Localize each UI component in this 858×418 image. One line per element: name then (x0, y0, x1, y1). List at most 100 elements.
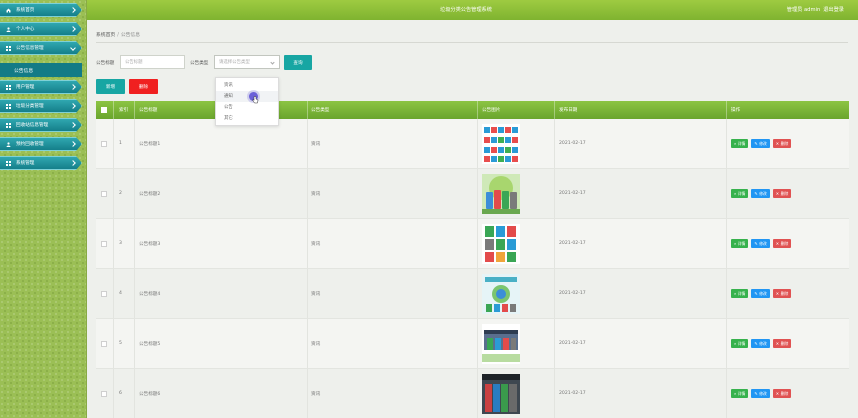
dropdown-option[interactable]: 其它 (216, 113, 278, 124)
edit-icon: ✎ (754, 291, 758, 296)
app-title: 垃圾分类公告管理系统 (440, 7, 492, 13)
row-checkbox[interactable] (101, 391, 107, 397)
logout-link[interactable]: 退出登录 (823, 7, 844, 13)
row-checkbox[interactable] (101, 141, 107, 147)
sidebar-item-garbage[interactable]: 垃圾分类管理 (0, 99, 82, 113)
delete-button[interactable]: ✕ 删除 (772, 289, 792, 298)
detail-button[interactable]: ⌕ 详情 (731, 289, 749, 298)
edit-icon: ✎ (754, 391, 758, 396)
select-all-checkbox[interactable] (101, 107, 107, 113)
edit-button[interactable]: ✎ 修改 (751, 289, 770, 298)
query-button[interactable]: 查询 (284, 55, 312, 70)
sidebar-item-system[interactable]: 系统管理 (0, 156, 82, 170)
sidebar-item-home[interactable]: 系统首页 (0, 3, 82, 17)
search-icon: ⌕ (734, 191, 737, 196)
delete-button[interactable]: ✕ 删除 (772, 189, 792, 198)
delete-button[interactable]: ✕ 删除 (772, 139, 792, 148)
sidebar-item-label: 垃圾分类管理 (16, 104, 44, 109)
sidebar-subitem-notice[interactable]: 公告信息 (0, 63, 82, 77)
edit-button[interactable]: ✎ 修改 (751, 389, 770, 398)
row-actions: ⌕ 详情 ✎ 修改 ✕ 删除 (731, 139, 794, 148)
notice-thumbnail[interactable] (482, 174, 520, 214)
detail-button[interactable]: ⌕ 详情 (731, 189, 749, 198)
trash-icon: ✕ (775, 291, 780, 296)
chevron-right-icon (70, 122, 76, 128)
home-icon (6, 8, 11, 13)
grid-icon (6, 103, 11, 109)
row-type: 资讯 (311, 342, 321, 347)
chevron-right-icon (70, 103, 76, 109)
detail-button[interactable]: ⌕ 详情 (731, 339, 749, 348)
row-date: 2021-02-17 (559, 241, 586, 246)
row-checkbox[interactable] (101, 341, 107, 347)
column-divider (113, 101, 114, 119)
sidebar-item-users[interactable]: 用户管理 (0, 80, 82, 94)
title-search-label: 公告标题 (96, 61, 115, 66)
add-button[interactable]: 新增 (96, 79, 125, 94)
row-actions: ⌕ 详情 ✎ 修改 ✕ 删除 (731, 189, 794, 198)
header-index: 索引 (119, 108, 129, 113)
sidebar-item-booking[interactable]: 预约回收管理 (0, 137, 82, 151)
row-date: 2021-02-17 (559, 391, 586, 396)
search-icon: ⌕ (734, 141, 737, 146)
delete-selected-button[interactable]: 删除 (129, 79, 158, 94)
user-area: 管理员 admin 退出登录 (784, 6, 844, 13)
chevron-right-icon (70, 141, 76, 147)
trash-icon: ✕ (775, 391, 780, 396)
header-title: 公告标题 (139, 108, 158, 113)
type-select-label: 公告类型 (190, 61, 209, 66)
breadcrumb: 系统首页 / 公告信息 (96, 31, 140, 38)
delete-button[interactable]: ✕ 删除 (772, 339, 792, 348)
detail-button[interactable]: ⌕ 详情 (731, 139, 749, 148)
dropdown-option-hovered[interactable]: 通知 (216, 91, 278, 102)
title-search-placeholder: 公告标题 (125, 60, 143, 65)
row-checkbox[interactable] (101, 191, 107, 197)
edit-button[interactable]: ✎ 修改 (751, 339, 770, 348)
search-icon: ⌕ (734, 391, 737, 396)
edit-icon: ✎ (754, 191, 758, 196)
chevron-down-icon (70, 45, 76, 51)
sidebar-item-personal[interactable]: 个人中心 (0, 22, 82, 36)
row-index: 6 (119, 391, 122, 396)
type-select-placeholder: 请选择公告类型 (219, 60, 250, 65)
chevron-right-icon (70, 7, 76, 13)
sidebar-item-notice-manage[interactable]: 公告信息管理 (0, 41, 82, 55)
dropdown-option[interactable]: 公告 (216, 102, 278, 113)
chevron-right-icon (70, 84, 76, 90)
chevron-right-icon (70, 160, 76, 166)
trash-icon: ✕ (775, 341, 780, 346)
notice-thumbnail[interactable] (482, 124, 520, 164)
edit-button[interactable]: ✎ 修改 (751, 139, 770, 148)
edit-button[interactable]: ✎ 修改 (751, 189, 770, 198)
type-select[interactable]: 请选择公告类型 (214, 55, 280, 69)
top-header: 垃圾分类公告管理系统 管理员 admin 退出登录 (87, 0, 858, 20)
dropdown-option[interactable]: 资讯 (216, 80, 278, 91)
breadcrumb-home[interactable]: 系统首页 (96, 33, 115, 38)
type-dropdown: 资讯 通知 公告 其它 (215, 77, 279, 126)
detail-button[interactable]: ⌕ 详情 (731, 239, 749, 248)
column-divider (307, 101, 308, 119)
delete-button[interactable]: ✕ 删除 (772, 239, 792, 248)
row-checkbox[interactable] (101, 291, 107, 297)
row-checkbox[interactable] (101, 241, 107, 247)
row-index: 1 (119, 141, 122, 146)
edit-icon: ✎ (754, 341, 758, 346)
title-search-input[interactable]: 公告标题 (120, 55, 185, 69)
row-type: 资讯 (311, 392, 321, 397)
row-title: 公告标题3 (139, 242, 161, 247)
notice-thumbnail[interactable] (482, 224, 520, 264)
notice-thumbnail[interactable] (482, 274, 520, 314)
notice-thumbnail[interactable] (482, 324, 520, 364)
row-index: 2 (119, 191, 122, 196)
sidebar-item-station[interactable]: 回收站信息管理 (0, 118, 82, 132)
sidebar-item-label: 公告信息管理 (16, 46, 44, 51)
delete-button[interactable]: ✕ 删除 (772, 389, 792, 398)
notice-table: 索引 公告标题 公告类型 公告图片 发布日期 操作 1 公告标题1 资讯 202… (96, 101, 849, 418)
row-title: 公告标题1 (139, 142, 161, 147)
notice-thumbnail[interactable] (482, 374, 520, 414)
sidebar-item-label: 系统首页 (16, 8, 35, 13)
edit-button[interactable]: ✎ 修改 (751, 239, 770, 248)
row-type: 资讯 (311, 142, 321, 147)
table-row: 4 公告标题4 资讯 2021-02-17 ⌕ 详情 ✎ 修改 ✕ 删除 (96, 269, 849, 319)
detail-button[interactable]: ⌕ 详情 (731, 389, 749, 398)
